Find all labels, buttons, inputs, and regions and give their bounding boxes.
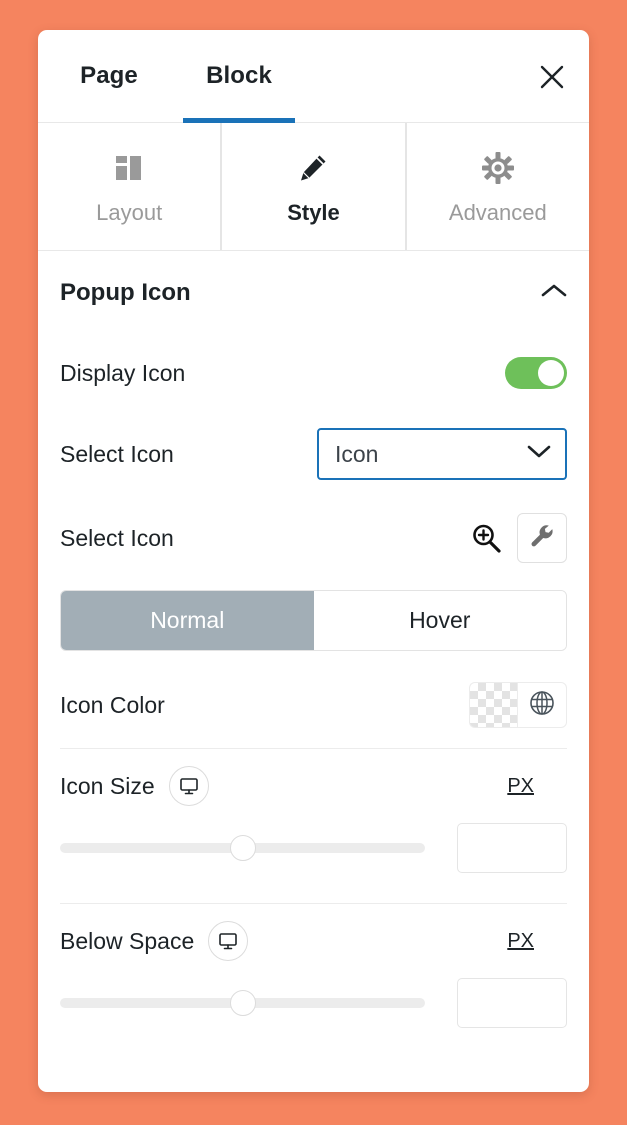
globe-icon-button[interactable] <box>517 682 567 728</box>
icon-size-slider[interactable] <box>60 835 425 861</box>
below-space-unit[interactable]: PX <box>507 930 534 953</box>
tab-style[interactable]: Style <box>221 123 406 250</box>
section-tab-bar: Layout Style Advanced <box>38 123 589 251</box>
color-swatch-transparent[interactable] <box>469 682 517 728</box>
slider-thumb[interactable] <box>229 835 256 861</box>
tab-layout[interactable]: Layout <box>38 123 222 250</box>
row-icon-color: Icon Color <box>38 662 589 748</box>
icon-size-header: Icon Size PX <box>60 749 567 823</box>
display-icon-toggle[interactable] <box>505 357 567 389</box>
select-icon-dropdown[interactable]: Icon <box>317 428 567 480</box>
tab-layout-label: Layout <box>96 199 163 225</box>
below-space-slider[interactable] <box>60 990 425 1016</box>
icon-size-label: Icon Size <box>60 772 155 799</box>
tab-page[interactable]: Page <box>59 30 159 122</box>
tab-block-label: Block <box>206 62 272 89</box>
state-tab-hover-label: Hover <box>409 607 471 633</box>
below-space-input[interactable] <box>457 978 567 1028</box>
wrench-icon <box>529 523 555 554</box>
state-tab-normal[interactable]: Normal <box>61 591 314 650</box>
below-space-slider-row <box>60 978 567 1058</box>
row-display-icon: Display Icon <box>38 335 589 411</box>
icon-size-slider-row <box>60 823 567 903</box>
select-icon-value: Icon <box>335 440 379 467</box>
select-icon-type-label: Select Icon <box>60 440 174 467</box>
state-tabs: Normal Hover <box>60 590 567 651</box>
top-tab-bar: Page Block <box>38 30 589 123</box>
wrench-icon-button[interactable] <box>517 513 567 563</box>
icon-size-input[interactable] <box>457 823 567 873</box>
state-tabs-wrapper: Normal Hover <box>38 579 589 651</box>
magnifier-plus-icon[interactable] <box>469 521 503 555</box>
icon-size-header-left: Icon Size <box>60 766 209 806</box>
icon-picker-actions <box>469 513 567 563</box>
control-icon-size: Icon Size PX <box>38 749 589 903</box>
chevron-up-icon[interactable] <box>541 283 567 304</box>
chevron-down-icon <box>527 444 551 464</box>
icon-color-label: Icon Color <box>60 691 165 718</box>
toggle-knob <box>538 360 564 386</box>
select-icon-picker-label: Select Icon <box>60 524 174 551</box>
columns-layout-icon <box>112 148 146 188</box>
globe-icon <box>528 689 556 722</box>
desktop-monitor-icon[interactable] <box>208 921 249 961</box>
below-space-label: Below Space <box>60 927 195 954</box>
row-select-icon-type: Select Icon Icon <box>38 411 589 497</box>
icon-color-controls <box>469 682 567 728</box>
tab-advanced-label: Advanced <box>448 199 547 225</box>
block-settings-panel: Page Block Layout Style Advanced Popup I… <box>38 30 589 1092</box>
below-space-header: Below Space PX <box>60 904 567 978</box>
display-icon-label: Display Icon <box>60 359 186 386</box>
section-title: Popup Icon <box>60 279 191 306</box>
below-space-header-left: Below Space <box>60 921 249 961</box>
state-tab-normal-label: Normal <box>150 607 225 633</box>
tab-style-label: Style <box>287 199 340 225</box>
slider-thumb[interactable] <box>229 990 256 1016</box>
state-tab-hover[interactable]: Hover <box>313 591 566 650</box>
desktop-monitor-icon[interactable] <box>168 766 209 806</box>
control-below-space: Below Space PX <box>38 904 589 1058</box>
pencil-icon <box>296 148 330 188</box>
close-icon[interactable] <box>533 58 571 96</box>
tab-block[interactable]: Block <box>175 30 303 123</box>
settings-content: Popup Icon Display Icon Select Icon Icon <box>38 251 589 1058</box>
tab-advanced[interactable]: Advanced <box>405 123 589 250</box>
tab-page-label: Page <box>80 62 138 89</box>
section-header-popup-icon[interactable]: Popup Icon <box>38 251 589 335</box>
gear-icon <box>481 148 515 188</box>
icon-size-unit[interactable]: PX <box>507 775 534 798</box>
row-select-icon-picker: Select Icon <box>38 497 589 579</box>
